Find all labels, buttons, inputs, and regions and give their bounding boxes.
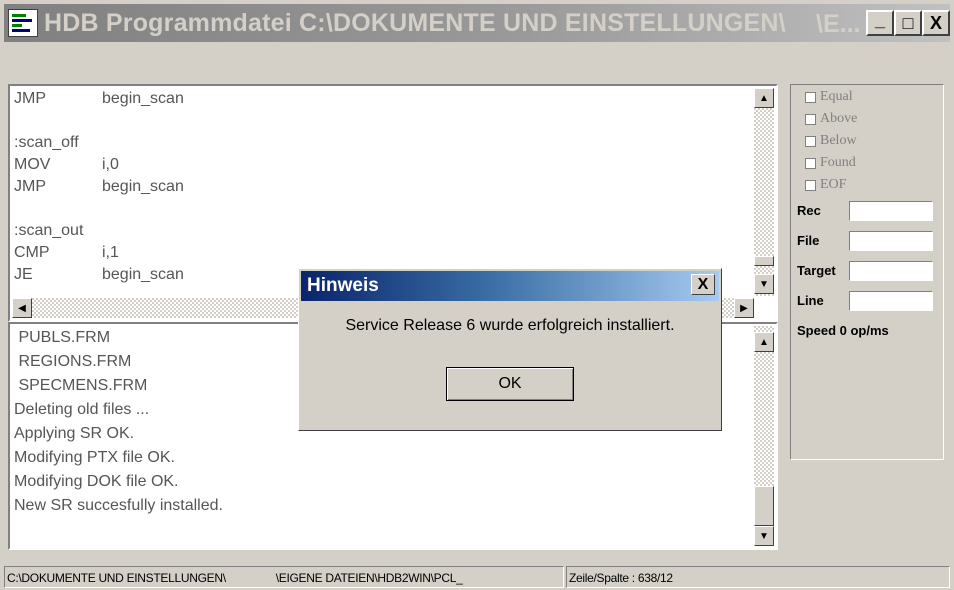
status-panel: Equal Above Below Found EOF Rec File Target … bbox=[790, 84, 944, 460]
app-icon bbox=[8, 9, 38, 37]
arrow-left-icon: ◀ bbox=[18, 302, 26, 314]
scroll-right-button[interactable]: ▶ bbox=[734, 298, 754, 318]
dialog-title-bar[interactable]: Hinweis bbox=[301, 271, 719, 301]
file-field[interactable] bbox=[849, 231, 933, 251]
window-title: HDB Programmdatei C:\DOKUMENTE UND EINST… bbox=[44, 8, 786, 37]
flag-label: EOF bbox=[820, 177, 847, 192]
ok-button[interactable]: OK bbox=[446, 367, 574, 401]
code-arg: begin_scan bbox=[102, 90, 184, 107]
code-line: :scan_off bbox=[14, 132, 102, 154]
log-scroll-thumb[interactable] bbox=[754, 486, 774, 526]
flag-label: Below bbox=[820, 133, 857, 148]
maximize-button[interactable]: □ bbox=[894, 10, 922, 36]
code-op: JMP bbox=[14, 90, 46, 107]
scroll-thumb[interactable] bbox=[754, 256, 774, 266]
rec-label: Rec bbox=[797, 203, 821, 218]
flag-checkbox-eof[interactable]: EOF bbox=[805, 177, 846, 193]
log-line: REGIONS.FRM bbox=[14, 353, 132, 370]
target-field[interactable] bbox=[849, 261, 933, 281]
dialog-title: Hinweis bbox=[307, 275, 379, 296]
status-path-end: \EIGENE DATEIEN\HDB2WIN\PCL_ bbox=[275, 571, 463, 585]
code-arg: i,0 bbox=[102, 156, 119, 173]
status-position: Zeile/Spalte : 638/12 bbox=[566, 566, 950, 588]
status-path-start: C:\DOKUMENTE UND EINSTELLUNGEN\ bbox=[7, 571, 226, 585]
file-label: File bbox=[797, 233, 820, 248]
code-line: JMP begin_scan bbox=[14, 88, 184, 110]
checkbox-icon bbox=[805, 179, 816, 191]
checkbox-icon bbox=[805, 135, 816, 147]
log-line: New SR succesfully installed. bbox=[14, 497, 223, 514]
log-scroll-down-button[interactable]: ▼ bbox=[754, 526, 774, 546]
code-line: CMP i,1 bbox=[14, 242, 119, 264]
speed-label: Speed 0 op/ms bbox=[797, 323, 889, 338]
code-op: CMP bbox=[14, 244, 50, 261]
log-line: Deleting old files ... bbox=[14, 401, 150, 418]
code-vertical-scrollbar[interactable]: ▲ ▼ bbox=[754, 88, 774, 296]
code-op: :scan_off bbox=[14, 134, 79, 151]
arrow-right-icon: ▶ bbox=[740, 302, 748, 314]
target-label: Target bbox=[797, 263, 836, 278]
log-line: PUBLS.FRM bbox=[14, 329, 111, 346]
flag-label: Found bbox=[820, 155, 856, 170]
code-op: :scan_out bbox=[14, 222, 84, 239]
log-scroll-up-button[interactable]: ▲ bbox=[754, 332, 774, 352]
line-label: Line bbox=[797, 293, 824, 308]
checkbox-icon bbox=[805, 157, 816, 169]
log-line: Modifying DOK file OK. bbox=[14, 473, 179, 490]
code-line: :scan_out bbox=[14, 220, 102, 242]
minimize-icon: _ bbox=[874, 9, 885, 30]
line-column-readout: Zeile/Spalte : 638/12 bbox=[569, 571, 673, 585]
status-path: C:\DOKUMENTE UND EINSTELLUNGEN\ \EIGENE D… bbox=[4, 566, 564, 588]
arrow-up-icon: ▲ bbox=[759, 336, 769, 348]
code-op: JE bbox=[14, 266, 33, 283]
flag-checkbox-found[interactable]: Found bbox=[805, 155, 856, 171]
status-bar: C:\DOKUMENTE UND EINSTELLUNGEN\ \EIGENE D… bbox=[4, 566, 950, 588]
flag-label: Above bbox=[820, 111, 858, 126]
close-button[interactable]: X bbox=[922, 10, 950, 36]
scroll-up-button[interactable]: ▲ bbox=[754, 88, 774, 108]
code-arg: i,1 bbox=[102, 244, 119, 261]
dialog-close-button[interactable]: X bbox=[691, 274, 715, 295]
flag-checkbox-equal[interactable]: Equal bbox=[805, 89, 853, 105]
close-icon: X bbox=[697, 275, 709, 293]
arrow-down-icon: ▼ bbox=[759, 530, 769, 542]
log-line: Applying SR OK. bbox=[14, 425, 135, 442]
code-arg: begin_scan bbox=[102, 178, 184, 195]
code-line: JMP begin_scan bbox=[14, 176, 184, 198]
main-window: HDB Programmdatei C:\DOKUMENTE UND EINST… bbox=[0, 0, 954, 590]
dialog-message: Service Release 6 wurde erfolgreich inst… bbox=[345, 317, 675, 334]
minimize-button[interactable]: _ bbox=[866, 10, 894, 36]
code-line: JE begin_scan bbox=[14, 264, 184, 286]
info-dialog: Hinweis X Service Release 6 wurde erfolg… bbox=[298, 268, 722, 431]
line-field[interactable] bbox=[849, 291, 933, 311]
scroll-left-button[interactable]: ◀ bbox=[12, 298, 32, 318]
code-op: JMP bbox=[14, 178, 46, 195]
log-vertical-scrollbar[interactable]: ▲ ▼ bbox=[754, 326, 774, 546]
close-icon: X bbox=[929, 12, 942, 33]
flag-label: Equal bbox=[820, 89, 853, 104]
log-line: SPECMENS.FRM bbox=[14, 377, 148, 394]
window-title-tail: \E... bbox=[816, 10, 861, 38]
flag-checkbox-below[interactable]: Below bbox=[805, 133, 857, 149]
arrow-down-icon: ▼ bbox=[759, 278, 769, 290]
title-bar[interactable]: HDB Programmdatei C:\DOKUMENTE UND EINST… bbox=[4, 4, 950, 42]
code-op: MOV bbox=[14, 156, 51, 173]
flag-checkbox-above[interactable]: Above bbox=[805, 111, 857, 127]
code-arg: begin_scan bbox=[102, 266, 184, 283]
checkbox-icon bbox=[805, 91, 816, 103]
rec-field[interactable] bbox=[849, 201, 933, 221]
checkbox-icon bbox=[805, 113, 816, 125]
log-line: Modifying PTX file OK. bbox=[14, 449, 175, 466]
maximize-icon: □ bbox=[902, 12, 914, 33]
scroll-down-button[interactable]: ▼ bbox=[754, 274, 774, 294]
code-line: MOV i,0 bbox=[14, 154, 119, 176]
arrow-up-icon: ▲ bbox=[759, 92, 769, 104]
ok-label: OK bbox=[498, 375, 522, 392]
